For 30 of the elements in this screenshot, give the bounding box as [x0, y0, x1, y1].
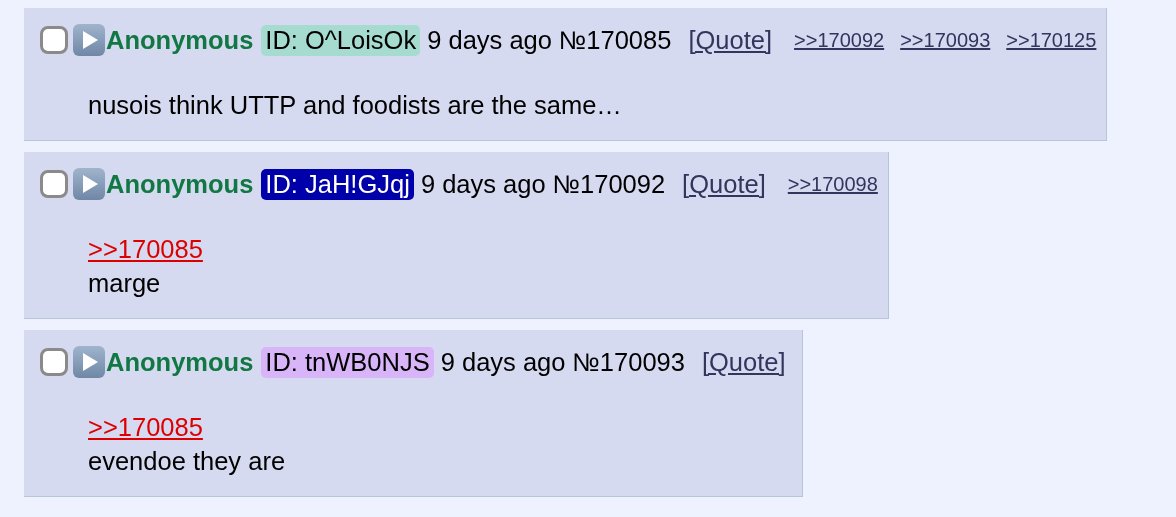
reply-link[interactable]: >>170085: [88, 410, 792, 444]
expand-icon[interactable]: [72, 345, 106, 379]
quote-link[interactable]: [Quote]: [688, 25, 773, 55]
post-text: nusois think UTTP and foodists are the same…: [88, 90, 623, 121]
quote-link[interactable]: [Quote]: [701, 347, 786, 377]
poster-id[interactable]: ID: JaH!GJqj: [261, 168, 414, 200]
post-number[interactable]: №170085: [558, 25, 672, 55]
poster-name: Anonymous: [106, 347, 254, 377]
expand-icon[interactable]: [72, 23, 106, 57]
backlink[interactable]: >>170098: [787, 172, 878, 196]
poster-id[interactable]: ID: O^LoisOk: [261, 24, 421, 56]
checkbox[interactable]: [40, 348, 68, 376]
backlink[interactable]: >>170093: [900, 28, 991, 52]
poster-name: Anonymous: [106, 169, 254, 199]
quote-link[interactable]: [Quote]: [682, 169, 766, 199]
backlink[interactable]: >>170125: [1006, 28, 1097, 52]
poster-id[interactable]: ID: tnWB0NJS: [261, 346, 434, 378]
post-time: 9 days ago: [420, 169, 546, 199]
post-time: 9 days ago: [440, 347, 566, 377]
post-number[interactable]: №170092: [552, 169, 666, 199]
post-text: marge: [88, 268, 162, 299]
poster-name: Anonymous: [106, 25, 254, 55]
post-number[interactable]: №170093: [572, 347, 685, 377]
backlink[interactable]: >>170092: [794, 28, 885, 52]
reply-link[interactable]: >>170085: [88, 232, 878, 266]
expand-icon[interactable]: [72, 167, 106, 201]
post-text: evendoe they are: [88, 446, 287, 477]
post-time: 9 days ago: [427, 25, 552, 55]
checkbox[interactable]: [40, 170, 68, 198]
checkbox[interactable]: [40, 26, 68, 54]
